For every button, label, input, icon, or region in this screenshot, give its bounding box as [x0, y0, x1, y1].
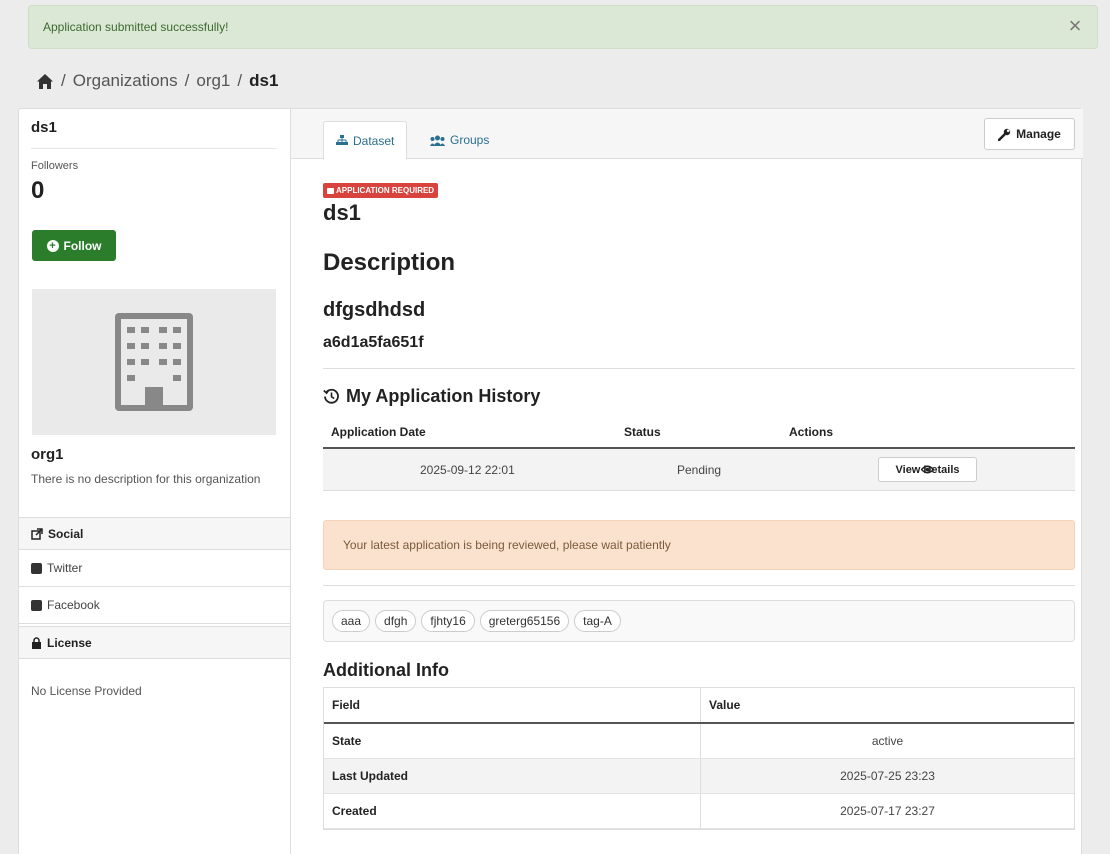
tag[interactable]: aaa — [332, 610, 371, 632]
tab-dataset-label: Dataset — [353, 133, 395, 148]
share-icon — [31, 527, 43, 540]
license-heading-label: License — [47, 635, 92, 650]
application-status: Pending — [677, 462, 722, 477]
sidebar-title: ds1 — [31, 119, 57, 136]
history-table: Application Date Status Actions 2025-09-… — [323, 417, 1075, 491]
table-header: Application Date Status Actions — [323, 417, 1075, 449]
breadcrumb: / Organizations / org1 / ds1 — [36, 68, 278, 94]
facebook-icon — [31, 599, 42, 611]
table-row: Last Updated 2025-07-25 23:23 — [324, 759, 1074, 794]
tag[interactable]: dfgh — [375, 610, 417, 632]
description-heading: Description — [323, 249, 456, 276]
description-hash: a6d1a5fa651f — [323, 334, 424, 351]
users-icon — [430, 135, 445, 146]
field-name: Created — [332, 804, 377, 818]
followers-label: Followers — [31, 160, 79, 172]
success-alert: Application submitted successfully! × — [28, 5, 1098, 49]
table-row: State active — [324, 724, 1074, 759]
twitter-link[interactable]: Twitter — [19, 550, 290, 587]
column-header: Field — [332, 698, 361, 712]
field-value: 2025-07-17 23:27 — [700, 794, 1074, 828]
twitter-label: Twitter — [47, 561, 83, 575]
dataset-card: ds1 Followers 0 + Follow org1 There is n… — [18, 108, 1083, 854]
table-row: 2025-09-12 22:01 Pending View Details — [323, 449, 1075, 491]
tag[interactable]: greterg65156 — [479, 610, 570, 632]
field-name: State — [332, 734, 362, 748]
breadcrumb-org[interactable]: org1 — [196, 71, 230, 91]
breadcrumb-separator: / — [184, 71, 190, 90]
table-header: Field Value — [324, 688, 1074, 724]
column-header: Value — [700, 688, 1076, 722]
followers-count: 0 — [31, 177, 45, 204]
follow-label: Follow — [63, 238, 102, 253]
building-icon — [115, 313, 193, 411]
tab-groups[interactable]: Groups — [418, 121, 501, 159]
close-icon[interactable]: × — [1065, 15, 1085, 37]
tab-dataset[interactable]: Dataset — [323, 121, 408, 160]
plus-circle-icon: + — [46, 239, 59, 252]
main-content: Dataset Groups Manage APPLICATION REQUIR… — [291, 109, 1083, 854]
divider — [31, 148, 277, 149]
sitemap-icon — [336, 135, 348, 145]
field-value: active — [700, 724, 1074, 758]
social-heading-label: Social — [48, 526, 84, 541]
view-details-label: View Details — [895, 463, 960, 476]
tag[interactable]: fjhty16 — [421, 610, 475, 632]
breadcrumb-organizations[interactable]: Organizations — [73, 71, 178, 91]
org-description: There is no description for this organiz… — [31, 472, 261, 486]
license-text: No License Provided — [31, 684, 142, 698]
facebook-label: Facebook — [47, 598, 100, 612]
history-heading: My Application History — [323, 386, 540, 407]
history-heading-label: My Application History — [346, 386, 541, 406]
tab-groups-label: Groups — [450, 133, 490, 147]
table-row: Created 2025-07-17 23:27 — [324, 794, 1074, 829]
breadcrumb-current: ds1 — [249, 71, 279, 90]
badge-label: APPLICATION REQUIRED — [336, 186, 435, 195]
review-notice: Your latest application is being reviewe… — [323, 520, 1075, 570]
history-icon — [323, 388, 339, 404]
lock-icon — [32, 636, 41, 649]
alert-message: Application submitted successfully! — [43, 20, 229, 34]
twitter-icon — [31, 562, 42, 574]
column-header: Status — [624, 425, 661, 439]
id-card-icon — [327, 187, 334, 194]
dataset-title: ds1 — [323, 200, 361, 225]
breadcrumb-separator: / — [237, 71, 243, 90]
tabs-bar: Dataset Groups Manage — [291, 109, 1083, 160]
divider — [323, 585, 1075, 586]
facebook-link[interactable]: Facebook — [19, 587, 290, 624]
application-required-badge: APPLICATION REQUIRED — [323, 183, 439, 198]
org-image[interactable] — [32, 289, 276, 435]
field-name: Last Updated — [332, 769, 409, 783]
field-value: 2025-07-25 23:23 — [700, 759, 1074, 793]
column-header: Application Date — [331, 425, 426, 439]
wrench-icon — [998, 128, 1011, 141]
home-icon[interactable] — [36, 73, 54, 90]
view-details-button[interactable]: View Details — [878, 457, 977, 482]
application-date: 2025-09-12 22:01 — [420, 462, 515, 477]
column-header: Actions — [789, 425, 834, 439]
tag-list: aaa dfgh fjhty16 greterg65156 tag-A — [323, 600, 1075, 642]
additional-info-table: Field Value State active Last Updated 20… — [323, 687, 1075, 830]
description-text: dfgsdhdsd — [323, 299, 426, 321]
org-name[interactable]: org1 — [31, 446, 64, 463]
follow-button[interactable]: + Follow — [32, 230, 116, 261]
divider — [323, 368, 1075, 369]
sidebar: ds1 Followers 0 + Follow org1 There is n… — [19, 109, 291, 854]
breadcrumb-separator: / — [61, 71, 66, 90]
tag[interactable]: tag-A — [574, 610, 621, 632]
license-heading: License — [19, 626, 290, 659]
manage-button[interactable]: Manage — [984, 118, 1075, 150]
additional-info-heading: Additional Info — [323, 660, 449, 680]
social-heading: Social — [19, 517, 290, 550]
manage-label: Manage — [1016, 127, 1061, 141]
